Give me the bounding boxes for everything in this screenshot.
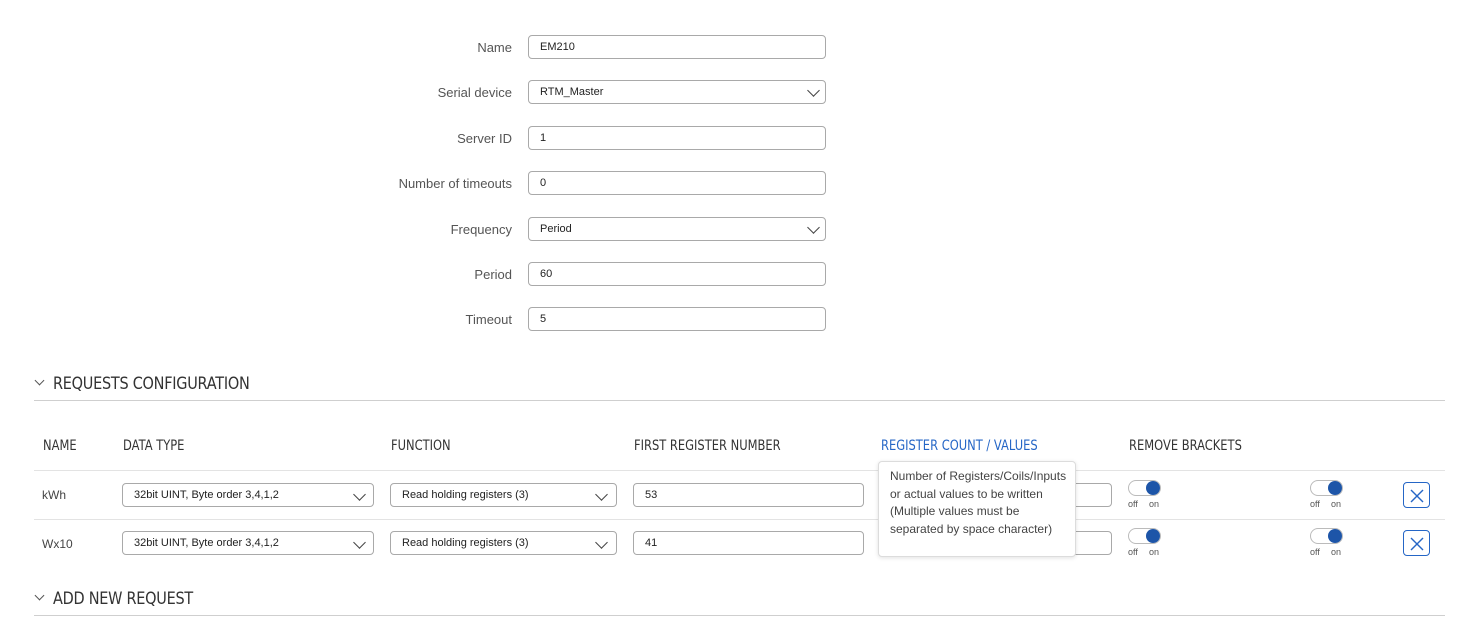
remove-brackets-toggle[interactable]: off on: [1128, 528, 1162, 557]
function-select[interactable]: Read holding registers (3): [390, 531, 617, 555]
chevron-down-icon: [807, 84, 820, 97]
data-type-select[interactable]: 32bit UINT, Byte order 3,4,1,2: [122, 531, 374, 555]
chevron-down-icon: [595, 488, 608, 501]
close-icon: [1410, 537, 1424, 551]
row-name: kWh: [42, 488, 66, 502]
column-remove-brackets: REMOVE BRACKETS: [1129, 438, 1242, 454]
requests-section-title: REQUESTS CONFIGURATION: [53, 374, 250, 394]
column-first-register: FIRST REGISTER NUMBER: [634, 438, 781, 454]
timeouts-input[interactable]: 0: [528, 171, 826, 195]
data-type-select[interactable]: 32bit UINT, Byte order 3,4,1,2: [122, 483, 374, 507]
first-register-input[interactable]: 41: [633, 531, 864, 555]
row-divider: [34, 519, 1445, 520]
chevron-down-icon: [353, 536, 366, 549]
requests-section-header[interactable]: REQUESTS CONFIGURATION: [34, 374, 1445, 401]
serial-device-select[interactable]: RTM_Master: [528, 80, 826, 104]
chevron-down-icon: [34, 375, 45, 386]
name-value: EM210: [540, 41, 575, 53]
column-function: FUNCTION: [391, 438, 451, 454]
delete-row-button[interactable]: [1403, 530, 1430, 556]
column-register-count[interactable]: REGISTER COUNT / VALUES: [881, 438, 1038, 454]
timeout-label: Timeout: [465, 312, 512, 327]
server-id-value: 1: [540, 132, 547, 144]
function-value: Read holding registers (3): [402, 537, 529, 549]
frequency-value: Period: [540, 223, 572, 235]
enable-toggle[interactable]: off on: [1310, 480, 1344, 509]
period-value: 60: [540, 268, 553, 280]
enable-toggle[interactable]: off on: [1310, 528, 1344, 557]
close-icon: [1410, 489, 1424, 503]
period-label: Period: [474, 267, 512, 282]
toggle-off-label: off: [1128, 547, 1138, 557]
function-value: Read holding registers (3): [402, 489, 529, 501]
timeouts-value: 0: [540, 177, 547, 189]
frequency-select[interactable]: Period: [528, 217, 826, 241]
chevron-down-icon: [34, 590, 45, 601]
toggle-off-label: off: [1128, 499, 1138, 509]
row-divider: [34, 470, 1445, 471]
serial-device-label: Serial device: [437, 85, 512, 100]
first-register-value: 41: [645, 537, 658, 549]
function-select[interactable]: Read holding registers (3): [390, 483, 617, 507]
row-name: Wx10: [42, 537, 73, 551]
toggle-on-label: on: [1331, 547, 1342, 557]
first-register-value: 53: [645, 489, 658, 501]
add-new-request-section-header[interactable]: ADD NEW REQUEST: [34, 589, 1445, 616]
toggle-off-label: off: [1310, 499, 1320, 509]
toggle-knob: [1146, 529, 1160, 543]
serial-device-value: RTM_Master: [540, 86, 604, 98]
add-new-request-title: ADD NEW REQUEST: [53, 589, 193, 609]
toggle-knob: [1146, 481, 1160, 495]
chevron-down-icon: [353, 488, 366, 501]
timeouts-label: Number of timeouts: [398, 176, 512, 191]
toggle-knob: [1328, 481, 1342, 495]
remove-brackets-toggle[interactable]: off on: [1128, 480, 1162, 509]
name-input[interactable]: EM210: [528, 35, 826, 59]
name-label: Name: [477, 40, 512, 55]
toggle-on-label: on: [1149, 547, 1160, 557]
toggle-on-label: on: [1149, 499, 1160, 509]
period-input[interactable]: 60: [528, 262, 826, 286]
server-id-label: Server ID: [457, 131, 512, 146]
register-count-tooltip: Number of Registers/Coils/Inputs or actu…: [878, 461, 1076, 557]
toggle-off-label: off: [1310, 547, 1320, 557]
first-register-input[interactable]: 53: [633, 483, 864, 507]
data-type-value: 32bit UINT, Byte order 3,4,1,2: [134, 537, 279, 549]
timeout-value: 5: [540, 313, 547, 325]
column-data-type: DATA TYPE: [123, 438, 185, 454]
frequency-label: Frequency: [450, 222, 512, 237]
timeout-input[interactable]: 5: [528, 307, 826, 331]
server-id-input[interactable]: 1: [528, 126, 826, 150]
data-type-value: 32bit UINT, Byte order 3,4,1,2: [134, 489, 279, 501]
chevron-down-icon: [595, 536, 608, 549]
column-name: NAME: [43, 438, 77, 454]
toggle-knob: [1328, 529, 1342, 543]
toggle-on-label: on: [1331, 499, 1342, 509]
chevron-down-icon: [807, 221, 820, 234]
delete-row-button[interactable]: [1403, 482, 1430, 508]
